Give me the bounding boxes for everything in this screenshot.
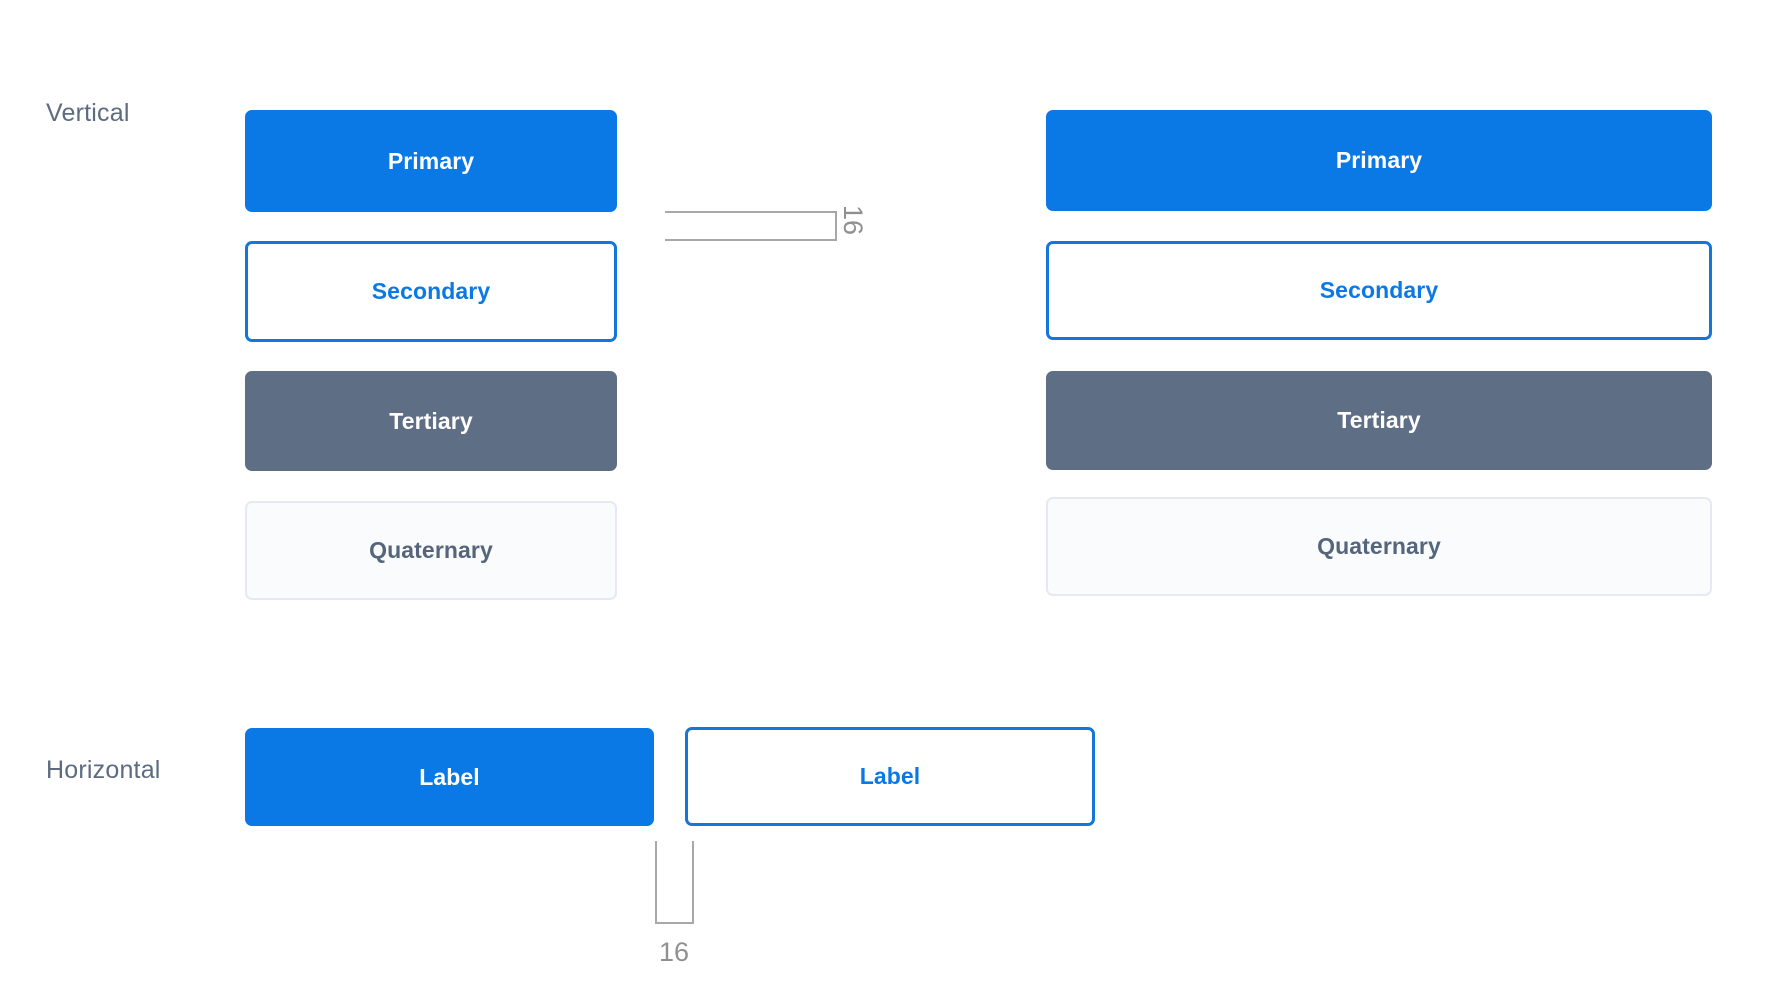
vertical-wide-quaternary-button[interactable]: Quaternary [1046,497,1712,596]
vertical-narrow-primary-button[interactable]: Primary [245,110,617,212]
vertical-gap-upper-extension-line [665,211,837,213]
vertical-wide-primary-button[interactable]: Primary [1046,110,1712,211]
vertical-gap-lower-extension-line [665,239,837,241]
vertical-gap-value: 16 [837,205,868,235]
section-label-vertical: Vertical [46,99,130,128]
horizontal-gap-right-extension-line [692,841,694,924]
vertical-wide-secondary-button[interactable]: Secondary [1046,241,1712,340]
horizontal-gap-value: 16 [659,937,689,968]
horizontal-primary-button[interactable]: Label [245,728,654,826]
vertical-narrow-quaternary-button[interactable]: Quaternary [245,501,617,600]
horizontal-gap-measure-tick [655,922,694,924]
vertical-narrow-secondary-button[interactable]: Secondary [245,241,617,342]
section-label-horizontal: Horizontal [46,756,161,785]
horizontal-secondary-button[interactable]: Label [685,727,1095,826]
spec-canvas: Vertical Primary Secondary Tertiary Quat… [0,0,1774,994]
horizontal-gap-left-extension-line [655,841,657,924]
vertical-narrow-tertiary-button[interactable]: Tertiary [245,371,617,471]
vertical-wide-tertiary-button[interactable]: Tertiary [1046,371,1712,470]
